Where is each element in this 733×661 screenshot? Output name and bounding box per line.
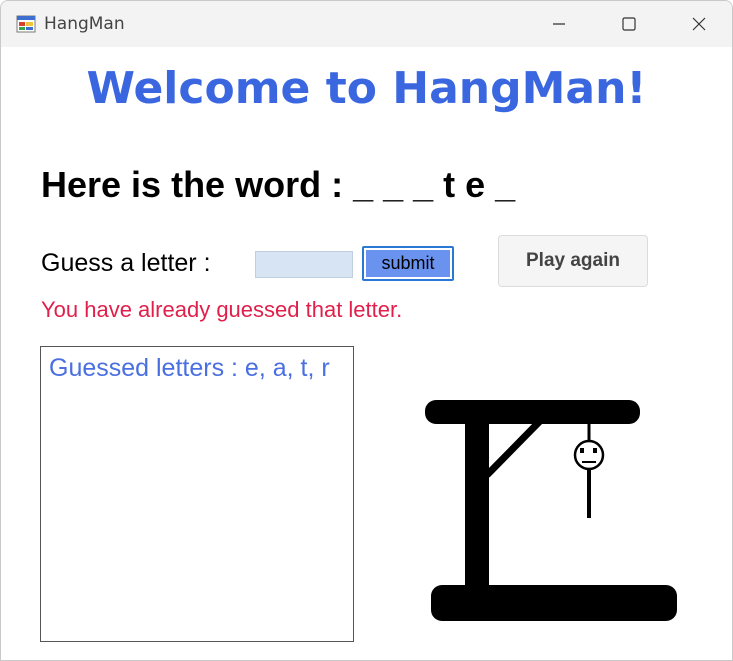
- guess-label: Guess a letter :: [41, 249, 211, 277]
- minimize-icon: [553, 23, 565, 25]
- guess-input[interactable]: [255, 251, 353, 278]
- close-button[interactable]: [664, 1, 732, 47]
- app-icon: [16, 14, 36, 34]
- man-eye-right: [593, 448, 597, 453]
- hidden-word-display: Here is the word : _ _ _ t e _: [41, 164, 516, 205]
- app-window: HangMan Welcome to HangMan! Here is the …: [0, 0, 733, 661]
- hangman-drawing: [425, 400, 677, 621]
- submit-button[interactable]: submit: [362, 246, 454, 281]
- gallows-beam: [425, 400, 640, 424]
- hanged-man: [573, 439, 605, 518]
- submit-button-label: submit: [366, 250, 450, 277]
- welcome-heading: Welcome to HangMan!: [86, 63, 647, 114]
- play-again-button[interactable]: Play again: [498, 235, 648, 287]
- window-title: HangMan: [44, 14, 125, 34]
- close-icon: [692, 17, 706, 31]
- maximize-button[interactable]: [594, 1, 664, 47]
- guessed-letters-box[interactable]: Guessed letters : e, a, t, r: [40, 346, 354, 642]
- title-bar[interactable]: HangMan: [1, 1, 732, 47]
- man-head: [573, 439, 605, 471]
- error-message: You have already guessed that letter.: [41, 297, 403, 322]
- maximize-icon: [622, 17, 636, 31]
- gallows-post: [465, 414, 489, 594]
- man-eye-left: [580, 448, 584, 453]
- minimize-button[interactable]: [524, 1, 594, 47]
- gallows-brace: [484, 417, 544, 478]
